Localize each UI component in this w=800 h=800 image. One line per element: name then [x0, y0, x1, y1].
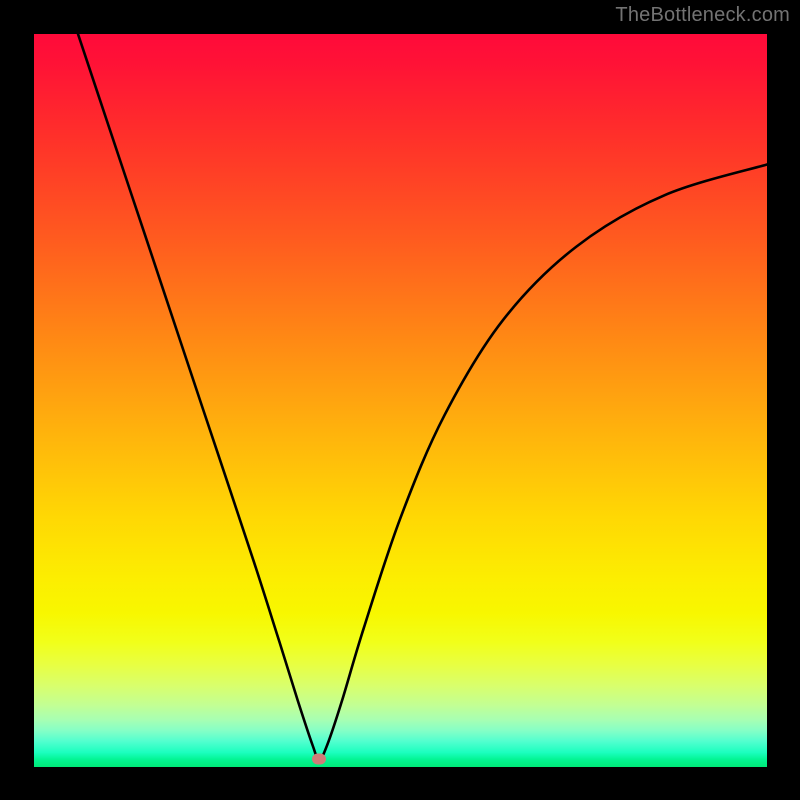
bottleneck-curve [34, 34, 767, 767]
plot-area [34, 34, 767, 767]
chart-frame: TheBottleneck.com [0, 0, 800, 800]
curve-path [78, 34, 767, 760]
optimal-point-marker [312, 753, 326, 764]
attribution-label: TheBottleneck.com [615, 4, 790, 27]
